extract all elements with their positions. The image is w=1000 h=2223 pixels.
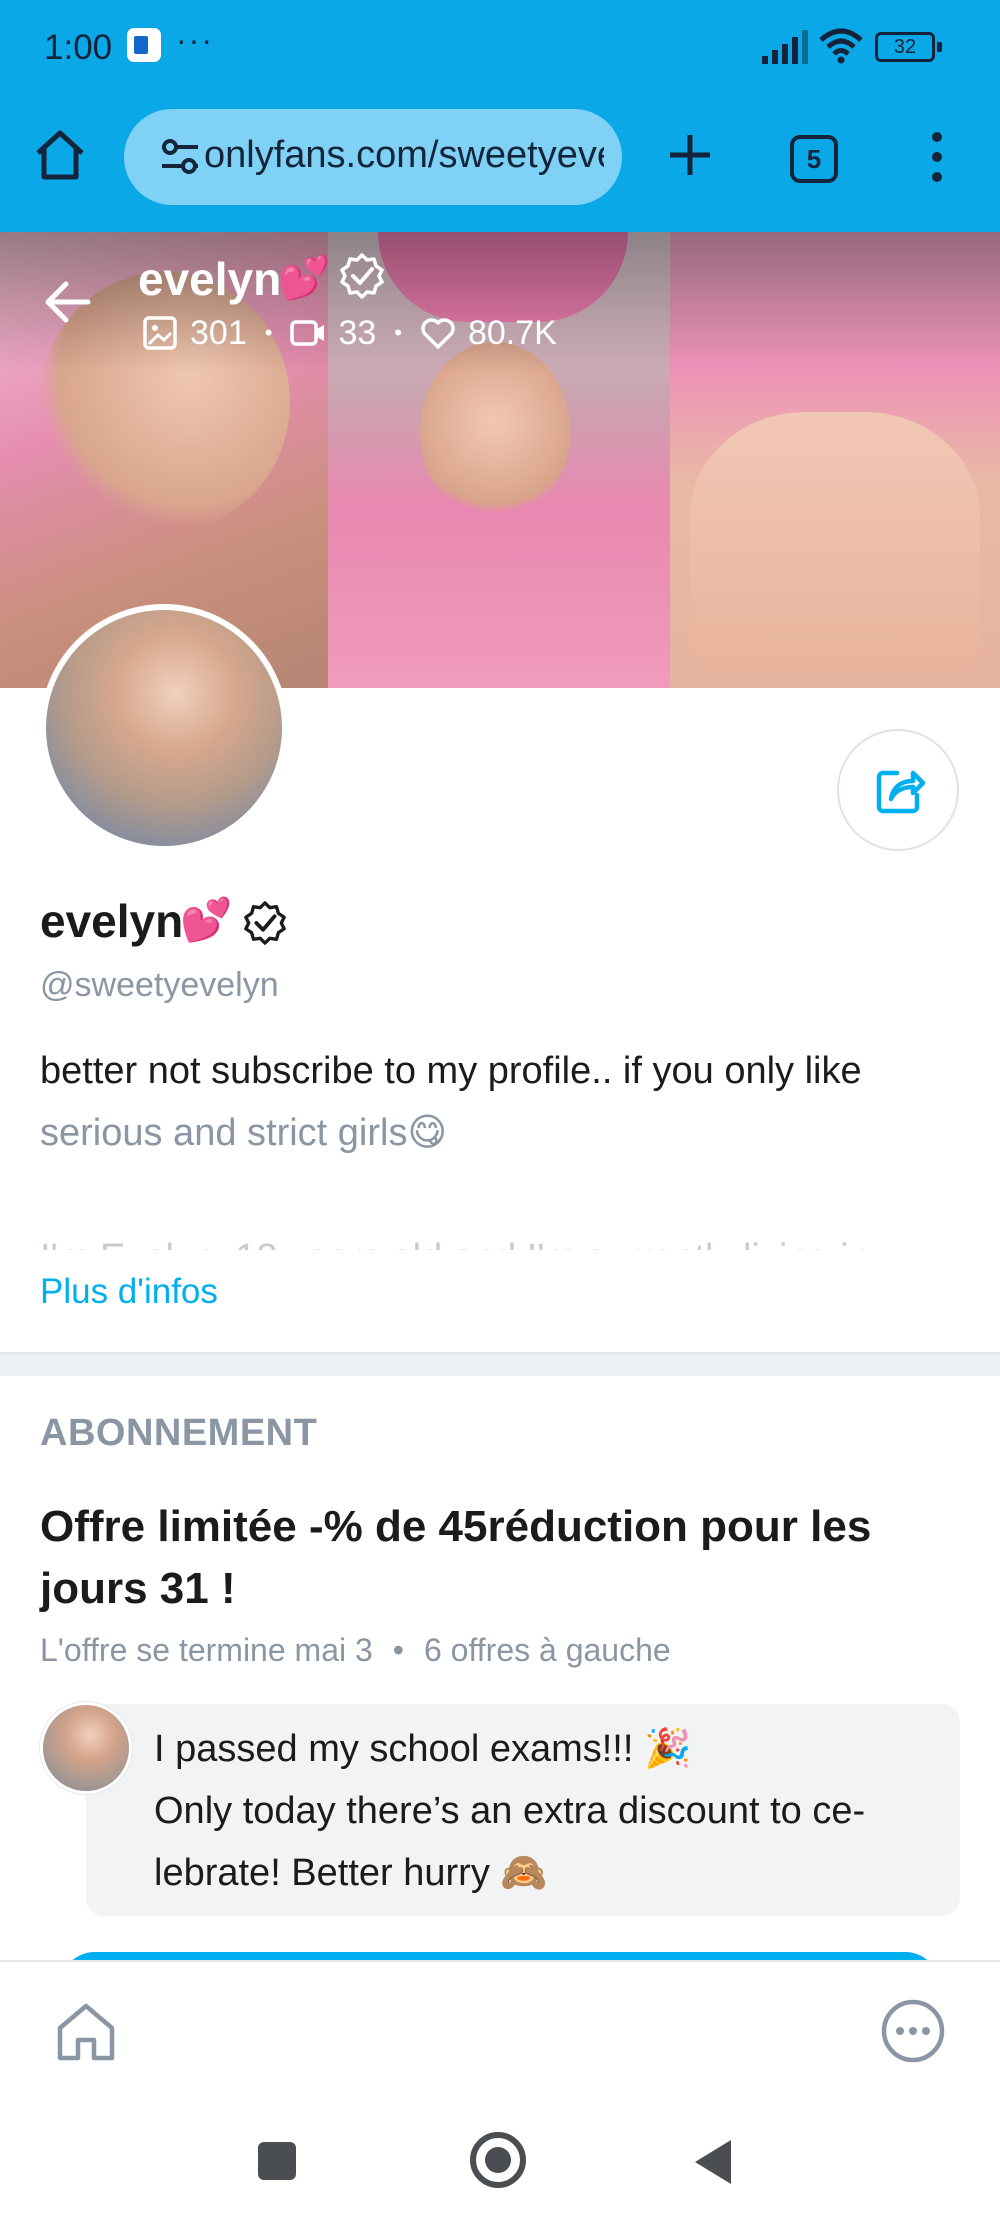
section-divider: [0, 1352, 1000, 1376]
browser-chrome: 1:00 ··· 32 onlyfans.com/sweetyev 5: [0, 0, 1000, 232]
home-icon[interactable]: [30, 125, 90, 185]
share-button[interactable]: [837, 729, 959, 851]
message-line-3: lebrate! Better hurry 🙈: [154, 1852, 548, 1894]
back-arrow-icon[interactable]: [40, 274, 96, 330]
profile-display-name: evelyn: [40, 895, 184, 947]
video-count: 33: [338, 313, 377, 352]
message-line-1: I passed my school exams!!! 🎉: [154, 1728, 692, 1770]
wifi-icon: [819, 28, 863, 64]
offer-meta: L'offre se termine mai 3 • 6 offres à gauc…: [40, 1632, 671, 1669]
tabs-count-button[interactable]: 5: [790, 135, 838, 183]
recents-button[interactable]: [258, 2142, 296, 2180]
cover-display-name: evelyn: [138, 253, 282, 305]
video-icon: [290, 320, 325, 346]
bio-line-1: better not subscribe to my profile.. if …: [40, 1050, 862, 1092]
address-bar[interactable]: onlyfans.com/sweetyevelyn: [124, 109, 622, 205]
browser-toolbar: onlyfans.com/sweetyevelyn 5: [0, 95, 1000, 232]
cover-stats: 301 • 33 • 80.7K: [142, 310, 557, 356]
bottom-navigation: [0, 1960, 1000, 2100]
verified-badge-icon: [340, 253, 384, 299]
photo-count: 301: [190, 313, 247, 352]
photo-icon: [143, 316, 177, 350]
battery-indicator: 32: [875, 32, 942, 62]
avatar-photo: [46, 610, 282, 846]
new-tab-plus-icon[interactable]: [660, 125, 720, 185]
system-home-button[interactable]: [470, 2132, 526, 2188]
status-more: ···: [176, 22, 214, 58]
avatar[interactable]: [40, 604, 288, 852]
bio-emoji: 😋: [407, 1112, 448, 1154]
profile-heart-emoji: 💕: [180, 896, 233, 943]
menu-icon[interactable]: [915, 127, 959, 187]
heart-icon: [421, 318, 455, 349]
offers-left: 6 offres à gauche: [423, 1632, 671, 1668]
offer-end-date: L'offre se termine mai 3: [40, 1632, 373, 1668]
status-bar: 1:00 ··· 32: [0, 0, 1000, 95]
more-info-link[interactable]: Plus d'infos: [40, 1272, 218, 1312]
outlook-notification-icon: [127, 28, 161, 62]
likes-count: 80.7K: [467, 313, 557, 352]
bio-truncated-line: I'm Evelyn, 18 years old and I'm current…: [40, 1228, 960, 1250]
share-icon: [876, 770, 926, 814]
signal-icon: [762, 30, 808, 64]
cover-heart-emoji: 💕: [278, 254, 331, 301]
message-avatar: [40, 1702, 132, 1794]
more-options-icon[interactable]: [880, 1998, 946, 2064]
status-time: 1:00: [44, 28, 113, 67]
stat-separator: •: [264, 320, 273, 345]
offer-title: Offre limitée -% de 45réduction pour les…: [40, 1502, 872, 1613]
site-settings-icon[interactable]: [160, 139, 200, 175]
bio-line-2: serious and strict girls😋: [40, 1112, 448, 1154]
url-text[interactable]: onlyfans.com/sweetyevelyn: [204, 134, 604, 177]
system-navigation-bar: [0, 2100, 1000, 2223]
stat-separator: •: [394, 320, 402, 345]
profile-bio: better not subscribe to my profile.. if …: [40, 1040, 960, 1164]
verified-badge-icon: [244, 901, 286, 945]
system-back-button[interactable]: [695, 2140, 731, 2184]
message-line-2: Only today there’s an extra discount to …: [154, 1790, 866, 1832]
subscription-section-label: ABONNEMENT: [40, 1412, 318, 1454]
meta-separator: •: [392, 1632, 404, 1668]
home-icon[interactable]: [52, 1998, 120, 2066]
profile-handle: @sweetyevelyn: [40, 966, 279, 1004]
offer-message: I passed my school exams!!! 🎉 Only today…: [154, 1718, 944, 1904]
